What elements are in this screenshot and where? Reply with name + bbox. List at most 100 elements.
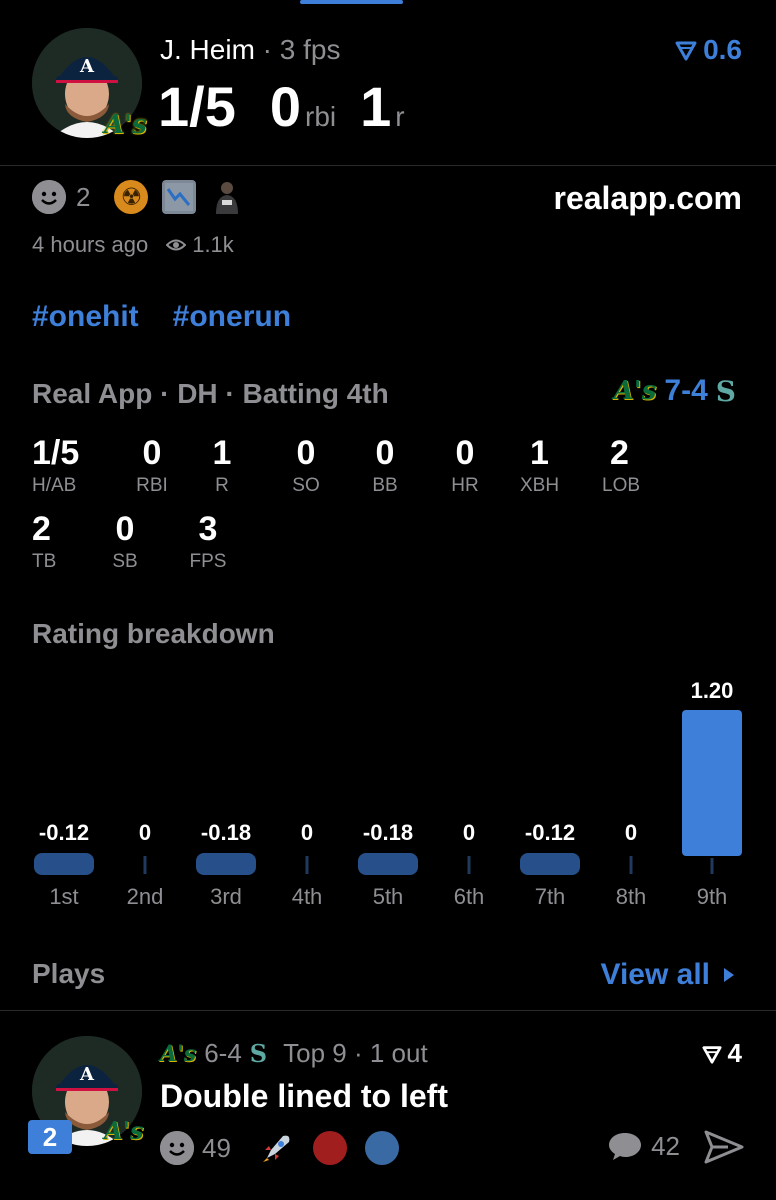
person-icon[interactable] [210,180,244,214]
time-row: 4 hours ago 1.1k [32,232,234,258]
play-reactions: 49 [160,1130,399,1166]
site-link[interactable]: realapp.com [553,180,742,217]
bar[interactable] [682,710,742,856]
bar[interactable] [34,853,94,875]
post-time: 4 hours ago [32,232,149,257]
score-value: 7-4 [664,374,708,407]
reaction-count: 49 [202,1132,231,1163]
hashtags: #onehit #onerun [32,300,291,334]
plays-title: Plays [32,958,106,989]
stat-fps: 3 FPS [189,510,227,572]
bar-category-label: 1st [49,884,78,909]
rating-number: 0.6 [703,34,742,65]
rocket-icon[interactable] [259,1130,295,1166]
rating-icon [701,1045,722,1064]
divider [0,1010,776,1011]
rating-icon [675,41,697,61]
statline-rbi: 0 [269,75,302,138]
fps-label: 3 fps [279,34,341,65]
bar[interactable] [358,853,418,875]
bar-baseline-tick [305,856,309,874]
views: 1.1k [166,232,234,258]
view-count: 1.1k [192,232,234,257]
rbi-unit: rbi [305,101,337,132]
red-circle-icon[interactable] [312,1131,347,1165]
bar[interactable] [196,853,256,875]
rating-breakdown-chart: -0.12 1st 0 2nd -0.18 3rd 0 4th -0.18 5th 0 6th -0.1… [34,678,742,909]
bar-category-label: 2nd [127,884,164,909]
chart-decreasing-icon[interactable] [162,180,197,214]
stat-hr: 0 HR [451,434,479,496]
bar-value-label: 1.20 [691,678,734,703]
bar-category-label: 6th [454,884,485,909]
svg-text:A: A [79,56,95,77]
team-badge: A's [104,1116,144,1145]
mariners-logo: S [249,1039,268,1068]
view-all-link[interactable]: View all [600,958,736,992]
play-description[interactable]: Double lined to left [160,1078,448,1115]
smiley-icon[interactable] [160,1131,194,1165]
bar-value-label: -0.18 [363,820,413,845]
smiley-icon[interactable] [32,180,66,214]
bar-baseline-tick [467,856,471,874]
statline-hits: 1/5 [158,75,236,138]
play-number-badge: 2 [28,1120,72,1154]
bar-value-label: 0 [625,820,637,845]
stat-rbi: 0 RBI [136,434,168,496]
comment-count: 42 [651,1130,680,1161]
bar-value-label: -0.18 [201,820,251,845]
comment-bubble-icon [609,1133,642,1160]
stat-r: 1R [212,434,232,496]
game-score[interactable]: A's 7-4 S [614,374,736,408]
play-score: 6-4 [204,1038,242,1068]
reaction-row: 2 ☢ [32,180,244,214]
athletics-logo: A's [160,1040,197,1067]
bar-category-label: 7th [535,884,566,909]
play-rating[interactable]: 4 [701,1038,742,1069]
stat-hab: 1/5 H/AB [32,434,80,496]
rating-value[interactable]: 0.6 [675,34,742,66]
mariners-logo: S [715,374,736,408]
player-header: A A's J. Heim · 3 fps 0.6 1/5 0 rbi 1 r [0,0,776,166]
play-rating-number: 4 [727,1038,742,1068]
view-all-label: View all [600,958,710,991]
bar-category-label: 9th [697,884,728,909]
reaction-count: 2 [76,181,91,212]
hashtag[interactable]: #onehit [32,300,139,334]
blue-circle-icon[interactable] [364,1131,399,1165]
stat-so: 0 SO [292,434,320,496]
svg-text:A: A [79,1064,95,1085]
stat-sb: 0 SB [112,510,138,572]
play-meta: A's 6-4 S Top 9 · 1 out [160,1038,428,1069]
bar[interactable] [520,853,580,875]
player-name[interactable]: J. Heim [160,34,255,65]
bar-value-label: -0.12 [525,820,575,845]
runs-unit: r [395,101,405,132]
bar-value-label: 0 [139,820,151,845]
hashtag[interactable]: #onerun [173,300,291,334]
player-line: J. Heim · 3 fps [160,34,341,66]
bar-value-label: 0 [463,820,475,845]
play-inning: Top 9 · 1 out [283,1038,428,1068]
bar-value-label: 0 [301,820,313,845]
rating-breakdown-title: Rating breakdown [32,618,275,649]
radioactive-icon[interactable]: ☢ [114,180,149,214]
eye-icon [166,239,187,251]
game-info: Real App · DH · Batting 4th [32,378,389,409]
bar-category-label: 4th [292,884,323,909]
stat-lob: 2 LOB [602,434,641,496]
bar-category-label: 8th [616,884,647,909]
send-icon [704,1130,744,1164]
chevron-right-icon [724,968,734,982]
statline: 1/5 0 rbi 1 r [158,74,429,139]
athletics-logo: A's [613,376,657,406]
bar-category-label: 5th [373,884,404,909]
stat-xbh: 1 XBH [520,434,560,496]
comments[interactable]: 42 [607,1130,680,1162]
bar-baseline-tick [710,858,714,874]
bar-value-label: -0.12 [39,820,89,845]
statline-runs: 1 [360,75,392,138]
bar-baseline-tick [143,856,147,874]
share-button[interactable] [704,1130,744,1169]
stat-bb: 0 BB [372,434,398,496]
